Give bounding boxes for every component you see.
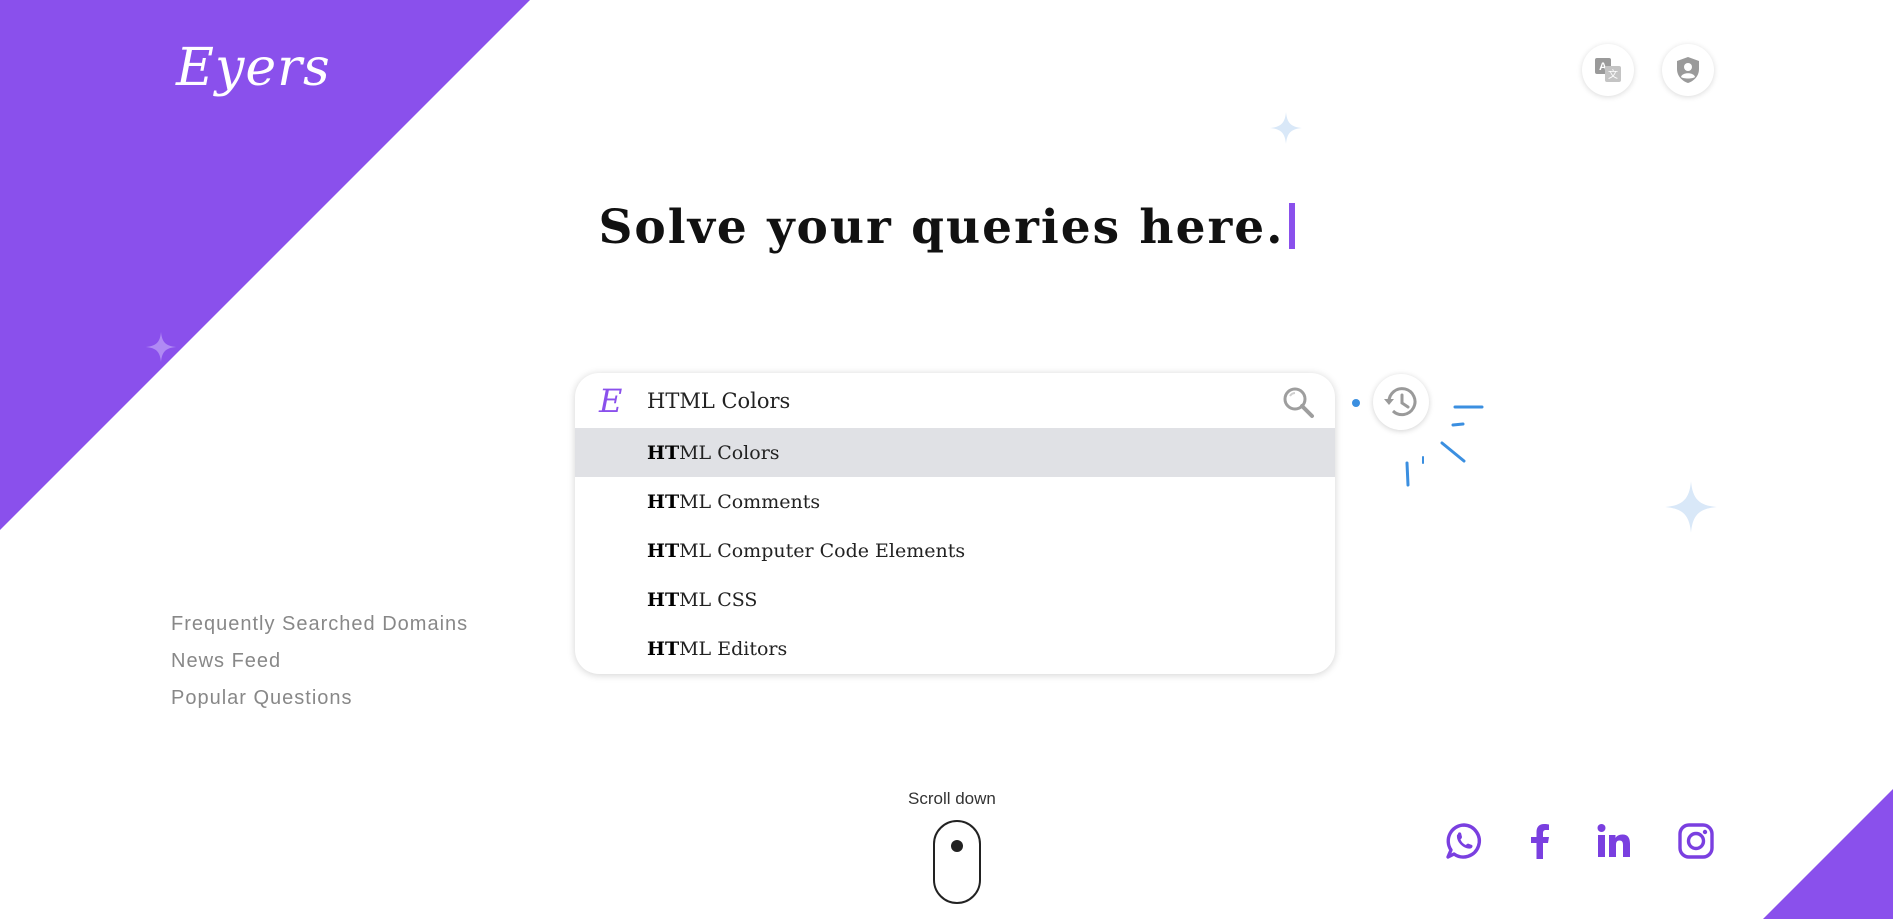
search-icon[interactable] — [1281, 385, 1315, 419]
side-link-frequently-searched-domains[interactable]: Frequently Searched Domains — [171, 611, 468, 648]
hero-headline-text: Solve your queries here. — [598, 200, 1285, 255]
sparkle-icon — [1270, 112, 1302, 144]
linkedin-icon[interactable] — [1594, 821, 1634, 861]
suggestion-item[interactable]: HT ML Editors — [575, 624, 1335, 673]
whatsapp-icon[interactable] — [1444, 821, 1484, 861]
scroll-mouse-icon[interactable] — [933, 820, 981, 904]
suggestion-rest: ML CSS — [679, 588, 758, 611]
mouse-wheel-dot — [951, 840, 963, 852]
privacy-button[interactable] — [1662, 44, 1714, 96]
suggestion-match: HT — [647, 539, 680, 562]
suggestion-match: HT — [647, 441, 680, 464]
search-box: E HTML Colors HTML Comments HTML Compute… — [575, 373, 1335, 674]
hero-headline: Solve your queries here. — [0, 200, 1893, 255]
svg-text:文: 文 — [1608, 68, 1618, 81]
suggestion-match: HT — [647, 588, 680, 611]
suggestion-item[interactable]: HT ML Colors — [575, 428, 1335, 477]
search-row: E — [575, 373, 1335, 428]
search-brand-mark: E — [599, 382, 623, 420]
suggestion-rest: ML Computer Code Elements — [679, 539, 966, 562]
translate-icon: A 文 — [1595, 58, 1621, 82]
facebook-icon[interactable] — [1520, 821, 1560, 861]
side-link-popular-questions[interactable]: Popular Questions — [171, 685, 468, 722]
suggestion-list: HT ML Colors HT ML Comments HT ML Computer … — [575, 428, 1335, 673]
bottom-right-purple-triangle — [1763, 789, 1893, 919]
search-input[interactable] — [647, 385, 1247, 417]
instagram-icon[interactable] — [1676, 821, 1716, 861]
side-links: Frequently Searched Domains News Feed Po… — [171, 611, 468, 722]
suggestion-match: HT — [647, 490, 680, 513]
scroll-down-label: Scroll down — [908, 789, 996, 808]
site-logo[interactable]: Eyers — [176, 38, 331, 98]
suggestion-rest: ML Colors — [679, 441, 780, 464]
typing-caret — [1288, 203, 1295, 249]
suggestion-item[interactable]: HT ML Comments — [575, 477, 1335, 526]
suggestion-match: HT — [647, 637, 680, 660]
sparkle-icon — [1665, 481, 1717, 533]
suggestion-rest: ML Comments — [679, 490, 821, 513]
suggestion-item[interactable]: HT ML Computer Code Elements — [575, 526, 1335, 575]
confetti-decoration — [1352, 399, 1484, 487]
suggestion-item[interactable]: HT ML CSS — [575, 575, 1335, 624]
shield-user-icon — [1677, 57, 1699, 83]
sparkle-icon — [145, 331, 177, 363]
side-link-news-feed[interactable]: News Feed — [171, 648, 468, 685]
suggestion-rest: ML Editors — [679, 637, 788, 660]
translate-button[interactable]: A 文 — [1582, 44, 1634, 96]
